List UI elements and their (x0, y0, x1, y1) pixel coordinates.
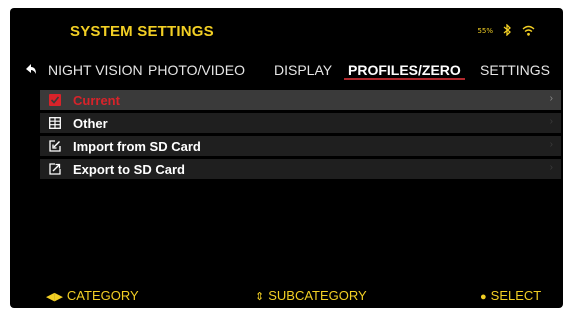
menu-item-current[interactable]: Current › (40, 90, 561, 110)
menu-item-label: Import from SD Card (73, 138, 201, 154)
left-right-arrows-icon: ◀▶ (46, 291, 63, 303)
hint-select-label: SELECT (490, 288, 542, 303)
menu-item-other[interactable]: Other › (40, 113, 561, 133)
hint-subcategory-label: SUBCATEGORY (268, 288, 367, 303)
status-indicators: 55% (477, 23, 535, 38)
tab-profiles-zero[interactable]: PROFILES/ZERO (344, 60, 465, 80)
menu-item-import[interactable]: Import from SD Card › (40, 136, 561, 156)
grid-icon (49, 117, 61, 129)
dot-icon: ● (480, 291, 487, 303)
control-hints: ◀▶ CATEGORY ⇕ SUBCATEGORY ● SELECT (10, 286, 563, 308)
page-title: SYSTEM SETTINGS (70, 23, 214, 40)
title-bar: SYSTEM SETTINGS 55% (10, 8, 563, 56)
chevron-right-icon: › (549, 93, 553, 104)
chevron-right-icon: › (549, 116, 553, 127)
tab-settings[interactable]: SETTINGS (480, 60, 550, 80)
chevron-right-icon: › (549, 139, 553, 150)
tab-night-vision[interactable]: NIGHT VISION (48, 60, 143, 80)
wifi-icon (522, 25, 535, 38)
profile-menu: Current › Other › Import from SD Card › … (40, 90, 561, 182)
menu-item-label: Current (73, 92, 120, 108)
device-screen: SYSTEM SETTINGS 55% NIGHT VISION PHOTO/V… (10, 8, 563, 308)
back-arrow-icon[interactable] (24, 62, 38, 78)
battery-level: 55% (477, 27, 493, 35)
hint-subcategory: ⇕ SUBCATEGORY (255, 288, 367, 303)
menu-item-label: Other (73, 115, 108, 131)
menu-item-label: Export to SD Card (73, 161, 185, 177)
tab-photo-video[interactable]: PHOTO/VIDEO (148, 60, 245, 80)
import-icon (49, 140, 61, 152)
menu-item-export[interactable]: Export to SD Card › (40, 159, 561, 179)
up-down-arrows-icon: ⇕ (255, 291, 265, 303)
hint-category-label: CATEGORY (66, 288, 139, 303)
hint-category: ◀▶ CATEGORY (46, 288, 139, 303)
tab-display[interactable]: DISPLAY (274, 60, 332, 80)
category-tabs: NIGHT VISION PHOTO/VIDEO DISPLAY PROFILE… (10, 58, 563, 82)
hint-select: ● SELECT (480, 288, 541, 303)
chevron-right-icon: › (549, 162, 553, 173)
checkbox-checked-icon (49, 94, 61, 106)
export-icon (49, 163, 61, 175)
bluetooth-icon (503, 23, 512, 38)
